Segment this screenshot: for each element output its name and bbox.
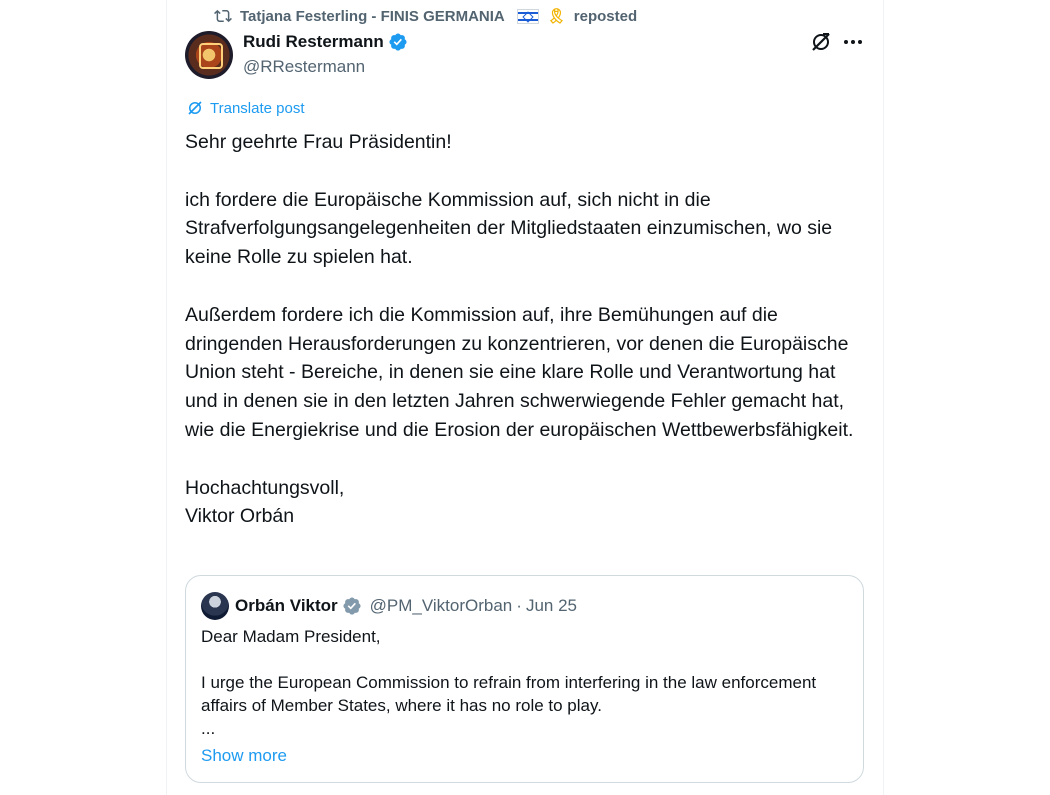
- post-body: Sehr geehrte Frau Präsidentin! ich forde…: [185, 128, 865, 531]
- quoted-author-name[interactable]: Orbán Viktor: [235, 596, 338, 616]
- show-more-link[interactable]: Show more: [201, 746, 287, 766]
- author-handle[interactable]: @RRestermann: [243, 57, 365, 77]
- more-dot: [858, 40, 862, 44]
- verified-badge-icon: [389, 33, 407, 51]
- gray-verified-badge-icon: [343, 597, 361, 615]
- israel-flag-icon: [516, 8, 539, 24]
- translate-icon: [188, 101, 202, 115]
- post-paragraph: Außerdem fordere ich die Kommission auf,…: [185, 303, 854, 441]
- quoted-author-row[interactable]: Orbán Viktor @PM_ViktorOrban · Jun 25: [235, 596, 577, 616]
- reposted-label: reposted: [573, 7, 638, 25]
- reposter-name[interactable]: Tatjana Festerling - FINIS GERMANIA: [240, 8, 505, 25]
- author-name[interactable]: Rudi Restermann: [243, 32, 384, 52]
- quoted-ellipsis: ...: [201, 719, 216, 738]
- translate-label[interactable]: Translate post: [210, 100, 305, 117]
- post-closing: Hochachtungsvoll,: [185, 476, 345, 499]
- meta-separator: ·: [516, 596, 522, 615]
- author-name-row[interactable]: Rudi Restermann: [243, 32, 408, 52]
- quoted-author-handle[interactable]: @PM_ViktorOrban: [370, 596, 513, 616]
- repost-icon: [214, 9, 232, 23]
- quoted-line: I urge the European Commission to refrai…: [201, 673, 817, 715]
- quoted-post[interactable]: Orbán Viktor @PM_ViktorOrban · Jun 25 De…: [185, 575, 864, 783]
- more-icon[interactable]: [841, 30, 865, 54]
- quoted-post-body: Dear Madam President, I urge the Europea…: [201, 625, 841, 740]
- grok-icon: [812, 33, 830, 51]
- quoted-line: Dear Madam President,: [201, 627, 381, 646]
- quoted-post-date[interactable]: Jun 25: [526, 596, 577, 616]
- grok-button[interactable]: [809, 30, 833, 54]
- repost-context[interactable]: Tatjana Festerling - FINIS GERMANIA 🎗 re…: [214, 6, 637, 26]
- quoted-author-avatar[interactable]: [201, 592, 229, 620]
- author-avatar[interactable]: [185, 31, 233, 79]
- ribbon-emoji: 🎗: [546, 8, 566, 25]
- post-paragraph: Sehr geehrte Frau Präsidentin!: [185, 131, 452, 153]
- post-paragraph: ich fordere die Europäische Kommission a…: [185, 188, 833, 269]
- translate-post-link[interactable]: Translate post: [186, 99, 305, 117]
- more-dot: [844, 40, 848, 44]
- more-dot: [851, 40, 855, 44]
- post-signature: Viktor Orbán: [185, 505, 295, 528]
